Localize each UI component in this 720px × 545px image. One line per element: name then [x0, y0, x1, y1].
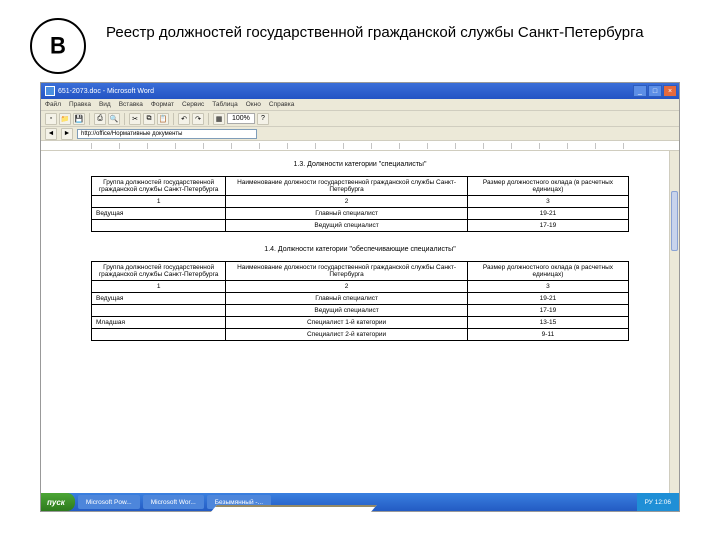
positions-table-1: Группа должностей государственной гражда… [91, 176, 629, 232]
window-title-text: 651-2073.doc - Microsoft Word [58, 88, 154, 95]
menu-help[interactable]: Справка [269, 101, 295, 108]
positions-table-2: Группа должностей государственной гражда… [91, 261, 629, 341]
cell-t2-r2-g [92, 305, 226, 317]
taskbar-item-word[interactable]: Microsoft Wor... [143, 495, 204, 509]
menu-insert[interactable]: Вставка [119, 101, 143, 108]
menu-format[interactable]: Формат [151, 101, 174, 108]
menu-window[interactable]: Окно [246, 101, 261, 108]
doc-heading-2: 1.4. Должности категории "обеспечивающие… [91, 246, 629, 253]
cell-t2-r2-n: Ведущий специалист [226, 305, 468, 317]
cell2-num3: 3 [467, 281, 628, 293]
cell-t1-r2-n: Ведущий специалист [226, 220, 468, 232]
slide-header: В Реестр должностей государственной граж… [0, 0, 720, 82]
cell2-num2: 2 [226, 281, 468, 293]
doc-heading-1: 1.3. Должности категории "специалисты" [91, 161, 629, 168]
logo: В [30, 18, 86, 74]
start-button[interactable]: пуск [41, 493, 75, 511]
minimize-button[interactable]: _ [633, 85, 647, 97]
menu-bar: Файл Правка Вид Вставка Формат Сервис Та… [41, 99, 679, 111]
close-button[interactable]: × [663, 85, 677, 97]
forward-icon[interactable]: ► [61, 128, 73, 140]
slide-title: Реестр должностей государственной гражда… [106, 18, 644, 41]
cell-t1-r1-g: Ведущая [92, 208, 226, 220]
copy-icon[interactable]: ⧉ [143, 113, 155, 125]
cell-num2: 2 [226, 196, 468, 208]
word-app-icon [45, 86, 55, 96]
window-titlebar[interactable]: 651-2073.doc - Microsoft Word _ □ × [41, 83, 679, 99]
col-group: Группа должностей государственной гражда… [92, 177, 226, 196]
window-controls: _ □ × [633, 85, 677, 97]
col-salary-2: Размер должностного оклада (в расчетных … [467, 262, 628, 281]
preview-icon[interactable]: 🔍 [108, 113, 120, 125]
taskbar-item-other[interactable]: Безымянный -... [207, 495, 271, 509]
taskbar-item-ppt[interactable]: Microsoft Pow... [78, 495, 140, 509]
web-toolbar: ◄ ► http://office/Нормативные документы [41, 127, 679, 141]
new-doc-icon[interactable]: ▫ [45, 113, 57, 125]
horizontal-ruler[interactable] [41, 141, 679, 151]
cell-num1: 1 [92, 196, 226, 208]
address-input[interactable]: http://office/Нормативные документы [77, 129, 257, 139]
open-icon[interactable]: 📁 [59, 113, 71, 125]
cell-t2-r4-v: 9-11 [467, 329, 628, 341]
save-icon[interactable]: 💾 [73, 113, 85, 125]
table-icon[interactable]: ▦ [213, 113, 225, 125]
col-group-2: Группа должностей государственной гражда… [92, 262, 226, 281]
system-tray[interactable]: РУ 12:06 [637, 493, 679, 511]
cell-t2-r3-g: Младшая [92, 317, 226, 329]
cell-t1-r2-g [92, 220, 226, 232]
menu-edit[interactable]: Правка [69, 101, 91, 108]
cell-t2-r4-n: Специалист 2-й категории [226, 329, 468, 341]
col-name-2: Наименование должности государственной г… [226, 262, 468, 281]
col-salary: Размер должностного оклада (в расчетных … [467, 177, 628, 196]
cell-t1-r1-n: Главный специалист [226, 208, 468, 220]
window-title: 651-2073.doc - Microsoft Word [43, 86, 154, 96]
help-icon[interactable]: ? [257, 113, 269, 125]
menu-table[interactable]: Таблица [212, 101, 238, 108]
cell-t2-r1-v: 19-21 [467, 293, 628, 305]
cut-icon[interactable]: ✂ [129, 113, 141, 125]
cell2-num1: 1 [92, 281, 226, 293]
redo-icon[interactable]: ↷ [192, 113, 204, 125]
cell-t1-r1-v: 19-21 [467, 208, 628, 220]
cell-t2-r3-n: Специалист 1-й категории [226, 317, 468, 329]
tray-lang-time: РУ 12:06 [645, 499, 671, 506]
cell-num3: 3 [467, 196, 628, 208]
logo-letter: В [50, 32, 66, 61]
vertical-scrollbar[interactable] [669, 151, 679, 496]
undo-icon[interactable]: ↶ [178, 113, 190, 125]
cell-t2-r2-v: 17-19 [467, 305, 628, 317]
menu-view[interactable]: Вид [99, 101, 111, 108]
standard-toolbar: ▫ 📁 💾 ⎙ 🔍 ✂ ⧉ 📋 ↶ ↷ ▦ 100% ? [41, 111, 679, 127]
cell-t2-r3-v: 13-15 [467, 317, 628, 329]
col-name: Наименование должности государственной г… [226, 177, 468, 196]
menu-file[interactable]: Файл [45, 101, 61, 108]
paste-icon[interactable]: 📋 [157, 113, 169, 125]
back-icon[interactable]: ◄ [45, 128, 57, 140]
cell-t2-r1-g: Ведущая [92, 293, 226, 305]
print-icon[interactable]: ⎙ [94, 113, 106, 125]
embedded-screenshot: 651-2073.doc - Microsoft Word _ □ × Файл… [40, 82, 680, 512]
document-page[interactable]: 1.3. Должности категории "специалисты" Г… [41, 151, 679, 496]
maximize-button[interactable]: □ [648, 85, 662, 97]
cell-t2-r4-g [92, 329, 226, 341]
windows-taskbar: пуск Microsoft Pow... Microsoft Wor... Б… [41, 493, 679, 511]
scroll-thumb[interactable] [671, 191, 678, 251]
zoom-selector[interactable]: 100% [227, 113, 255, 124]
cell-t2-r1-n: Главный специалист [226, 293, 468, 305]
cell-t1-r2-v: 17-19 [467, 220, 628, 232]
menu-tools[interactable]: Сервис [182, 101, 204, 108]
